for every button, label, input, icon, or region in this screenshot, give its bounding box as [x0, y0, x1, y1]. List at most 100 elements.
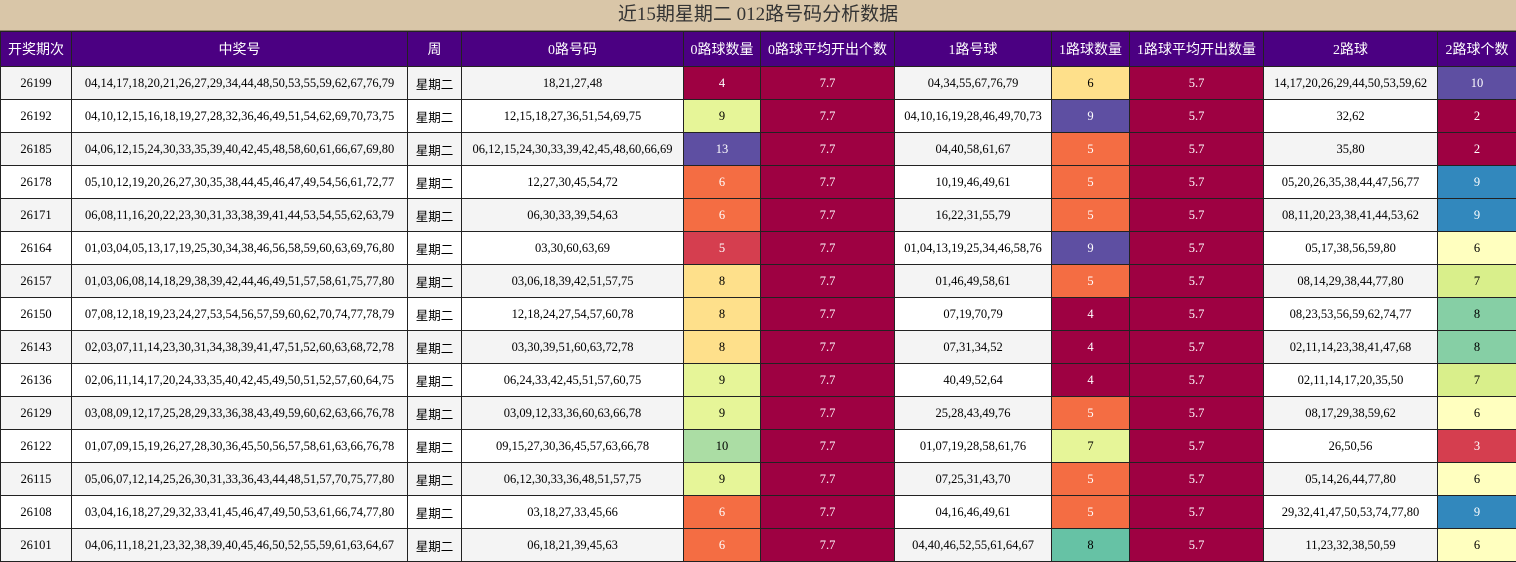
cell-route1-avg: 5.7	[1130, 133, 1264, 166]
cell-weekday: 星期二	[408, 199, 462, 232]
cell-route0-avg: 7.7	[761, 166, 895, 199]
cell-period: 26101	[1, 529, 72, 562]
cell-weekday: 星期二	[408, 265, 462, 298]
cell-route1-avg: 5.7	[1130, 298, 1264, 331]
cell-route2: 08,23,53,56,59,62,74,77	[1264, 298, 1438, 331]
table-row[interactable]: 2610803,04,16,18,27,29,32,33,41,45,46,47…	[1, 496, 1516, 529]
header-weekday[interactable]: 周	[408, 32, 462, 67]
table-row[interactable]: 2615701,03,06,08,14,18,29,38,39,42,44,46…	[1, 265, 1516, 298]
header-route2[interactable]: 2路球	[1264, 32, 1438, 67]
cell-numbers: 05,10,12,19,20,26,27,30,35,38,44,45,46,4…	[72, 166, 408, 199]
cell-route2-count: 6	[1438, 529, 1516, 562]
cell-period: 26164	[1, 232, 72, 265]
cell-route0: 06,18,21,39,45,63	[462, 529, 684, 562]
cell-route0: 09,15,27,30,36,45,57,63,66,78	[462, 430, 684, 463]
cell-weekday: 星期二	[408, 232, 462, 265]
cell-period: 26178	[1, 166, 72, 199]
table-row[interactable]: 2612201,07,09,15,19,26,27,28,30,36,45,50…	[1, 430, 1516, 463]
cell-route1-count: 5	[1052, 463, 1130, 496]
table-row[interactable]: 2619204,10,12,15,16,18,19,27,28,32,36,46…	[1, 100, 1516, 133]
cell-route2: 29,32,41,47,50,53,74,77,80	[1264, 496, 1438, 529]
cell-period: 26136	[1, 364, 72, 397]
header-route1-avg[interactable]: 1路球平均开出数量	[1130, 32, 1264, 67]
cell-numbers: 02,06,11,14,17,20,24,33,35,40,42,45,49,5…	[72, 364, 408, 397]
cell-route2-count: 2	[1438, 133, 1516, 166]
cell-route0-count: 13	[684, 133, 761, 166]
table-row[interactable]: 2613602,06,11,14,17,20,24,33,35,40,42,45…	[1, 364, 1516, 397]
cell-route0: 12,18,24,27,54,57,60,78	[462, 298, 684, 331]
cell-route1-count: 5	[1052, 133, 1130, 166]
cell-route1-avg: 5.7	[1130, 430, 1264, 463]
header-numbers[interactable]: 中奖号	[72, 32, 408, 67]
cell-route0: 03,06,18,39,42,51,57,75	[462, 265, 684, 298]
cell-numbers: 03,08,09,12,17,25,28,29,33,36,38,43,49,5…	[72, 397, 408, 430]
cell-route2: 05,17,38,56,59,80	[1264, 232, 1438, 265]
cell-route1-count: 9	[1052, 232, 1130, 265]
table-row[interactable]: 2611505,06,07,12,14,25,26,30,31,33,36,43…	[1, 463, 1516, 496]
table-row[interactable]: 2619904,14,17,18,20,21,26,27,29,34,44,48…	[1, 67, 1516, 100]
table-row[interactable]: 2618504,06,12,15,24,30,33,35,39,40,42,45…	[1, 133, 1516, 166]
cell-route1-count: 5	[1052, 199, 1130, 232]
cell-route0-count: 10	[684, 430, 761, 463]
table-row[interactable]: 2617805,10,12,19,20,26,27,30,35,38,44,45…	[1, 166, 1516, 199]
table-row[interactable]: 2612903,08,09,12,17,25,28,29,33,36,38,43…	[1, 397, 1516, 430]
cell-route0-avg: 7.7	[761, 298, 895, 331]
header-route1-count[interactable]: 1路球数量	[1052, 32, 1130, 67]
cell-numbers: 01,07,09,15,19,26,27,28,30,36,45,50,56,5…	[72, 430, 408, 463]
cell-numbers: 04,06,12,15,24,30,33,35,39,40,42,45,48,5…	[72, 133, 408, 166]
header-route0[interactable]: 0路号码	[462, 32, 684, 67]
cell-route0-avg: 7.7	[761, 232, 895, 265]
cell-route1-avg: 5.7	[1130, 232, 1264, 265]
cell-route2: 02,11,14,23,38,41,47,68	[1264, 331, 1438, 364]
cell-route1-avg: 5.7	[1130, 166, 1264, 199]
cell-route0-avg: 7.7	[761, 496, 895, 529]
cell-route2-count: 3	[1438, 430, 1516, 463]
cell-route2-count: 10	[1438, 67, 1516, 100]
cell-route0-avg: 7.7	[761, 463, 895, 496]
cell-route1: 07,31,34,52	[895, 331, 1052, 364]
cell-route2: 35,80	[1264, 133, 1438, 166]
cell-route1: 04,16,46,49,61	[895, 496, 1052, 529]
cell-route1: 07,19,70,79	[895, 298, 1052, 331]
cell-route1: 04,40,46,52,55,61,64,67	[895, 529, 1052, 562]
cell-period: 26157	[1, 265, 72, 298]
cell-route0: 06,24,33,42,45,51,57,60,75	[462, 364, 684, 397]
cell-route0-count: 5	[684, 232, 761, 265]
cell-route0-count: 9	[684, 100, 761, 133]
table-row[interactable]: 2617106,08,11,16,20,22,23,30,31,33,38,39…	[1, 199, 1516, 232]
cell-route0-avg: 7.7	[761, 199, 895, 232]
cell-route1: 04,10,16,19,28,46,49,70,73	[895, 100, 1052, 133]
cell-route2-count: 9	[1438, 199, 1516, 232]
cell-route0-avg: 7.7	[761, 529, 895, 562]
header-period[interactable]: 开奖期次	[1, 32, 72, 67]
cell-weekday: 星期二	[408, 298, 462, 331]
cell-route1: 04,34,55,67,76,79	[895, 67, 1052, 100]
cell-route0-avg: 7.7	[761, 397, 895, 430]
table-row[interactable]: 2615007,08,12,18,19,23,24,27,53,54,56,57…	[1, 298, 1516, 331]
cell-route1-count: 8	[1052, 529, 1130, 562]
cell-route1: 25,28,43,49,76	[895, 397, 1052, 430]
cell-route1-count: 5	[1052, 397, 1130, 430]
cell-route0-avg: 7.7	[761, 265, 895, 298]
cell-route2: 02,11,14,17,20,35,50	[1264, 364, 1438, 397]
cell-route0: 06,12,30,33,36,48,51,57,75	[462, 463, 684, 496]
cell-route2-count: 9	[1438, 166, 1516, 199]
table-row[interactable]: 2614302,03,07,11,14,23,30,31,34,38,39,41…	[1, 331, 1516, 364]
cell-weekday: 星期二	[408, 397, 462, 430]
cell-route2: 11,23,32,38,50,59	[1264, 529, 1438, 562]
cell-numbers: 04,06,11,18,21,23,32,38,39,40,45,46,50,5…	[72, 529, 408, 562]
header-route2-count[interactable]: 2路球个数	[1438, 32, 1516, 67]
header-route0-avg[interactable]: 0路球平均开出个数	[761, 32, 895, 67]
cell-route0-count: 9	[684, 463, 761, 496]
table-row[interactable]: 2610104,06,11,18,21,23,32,38,39,40,45,46…	[1, 529, 1516, 562]
cell-period: 26199	[1, 67, 72, 100]
cell-route1-avg: 5.7	[1130, 364, 1264, 397]
table-row[interactable]: 2616401,03,04,05,13,17,19,25,30,34,38,46…	[1, 232, 1516, 265]
cell-period: 26129	[1, 397, 72, 430]
cell-weekday: 星期二	[408, 430, 462, 463]
cell-route0-avg: 7.7	[761, 364, 895, 397]
header-route1[interactable]: 1路号球	[895, 32, 1052, 67]
cell-route1-count: 5	[1052, 496, 1130, 529]
header-route0-count[interactable]: 0路球数量	[684, 32, 761, 67]
cell-route2-count: 2	[1438, 100, 1516, 133]
